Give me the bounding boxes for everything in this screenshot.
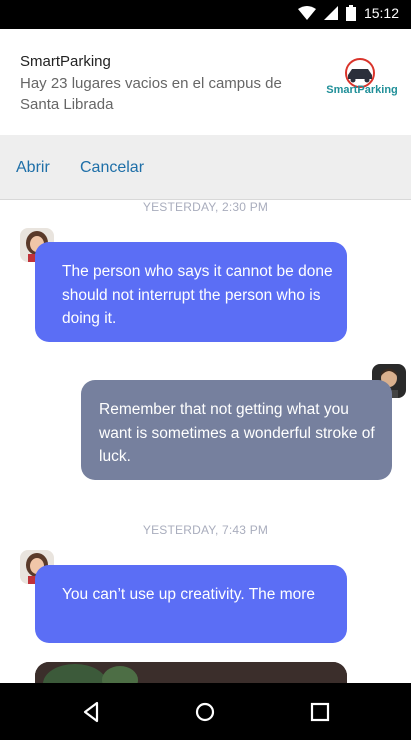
message-bubble-incoming[interactable]: The person who says it cannot be done sh…	[35, 242, 347, 342]
message-bubble-outgoing[interactable]: Remember that not getting what you want …	[81, 380, 392, 480]
home-icon[interactable]	[190, 697, 220, 727]
smartparking-logo: SmartParking	[322, 57, 402, 97]
notification[interactable]: SmartParking Hay 23 lugares vacios en el…	[0, 29, 411, 135]
message-text: You can’t use up creativity. The more	[62, 586, 316, 603]
notification-actions: Abrir Cancelar	[0, 135, 411, 200]
notification-app-name: SmartParking	[20, 53, 111, 70]
message-text: Remember that not getting what you want …	[99, 401, 375, 465]
timestamp: YESTERDAY, 2:30 PM	[142, 200, 269, 214]
message-text: The person who says it cannot be done sh…	[62, 263, 333, 327]
battery-icon	[345, 5, 356, 21]
notification-message: Hay 23 lugares vacios en el campus de Sa…	[20, 75, 282, 113]
status-time: 15:12	[363, 5, 399, 21]
status-icons: 15:12	[297, 5, 399, 21]
recents-icon[interactable]	[305, 697, 335, 727]
open-button[interactable]: Abrir	[16, 159, 50, 177]
logo-text: SmartParking	[326, 84, 398, 96]
back-icon[interactable]	[77, 697, 107, 727]
cancel-button[interactable]: Cancelar	[80, 159, 144, 177]
chat-thread[interactable]: YESTERDAY, 2:30 PM The person who says i…	[0, 200, 411, 683]
timestamp: YESTERDAY, 7:43 PM	[142, 523, 269, 537]
signal-icon	[323, 6, 338, 20]
image-message[interactable]	[35, 662, 347, 683]
navigation-bar	[0, 683, 411, 740]
message-bubble-incoming[interactable]: You can’t use up creativity. The more	[35, 565, 347, 643]
status-bar: 15:12	[0, 0, 411, 29]
wifi-icon	[297, 6, 316, 20]
